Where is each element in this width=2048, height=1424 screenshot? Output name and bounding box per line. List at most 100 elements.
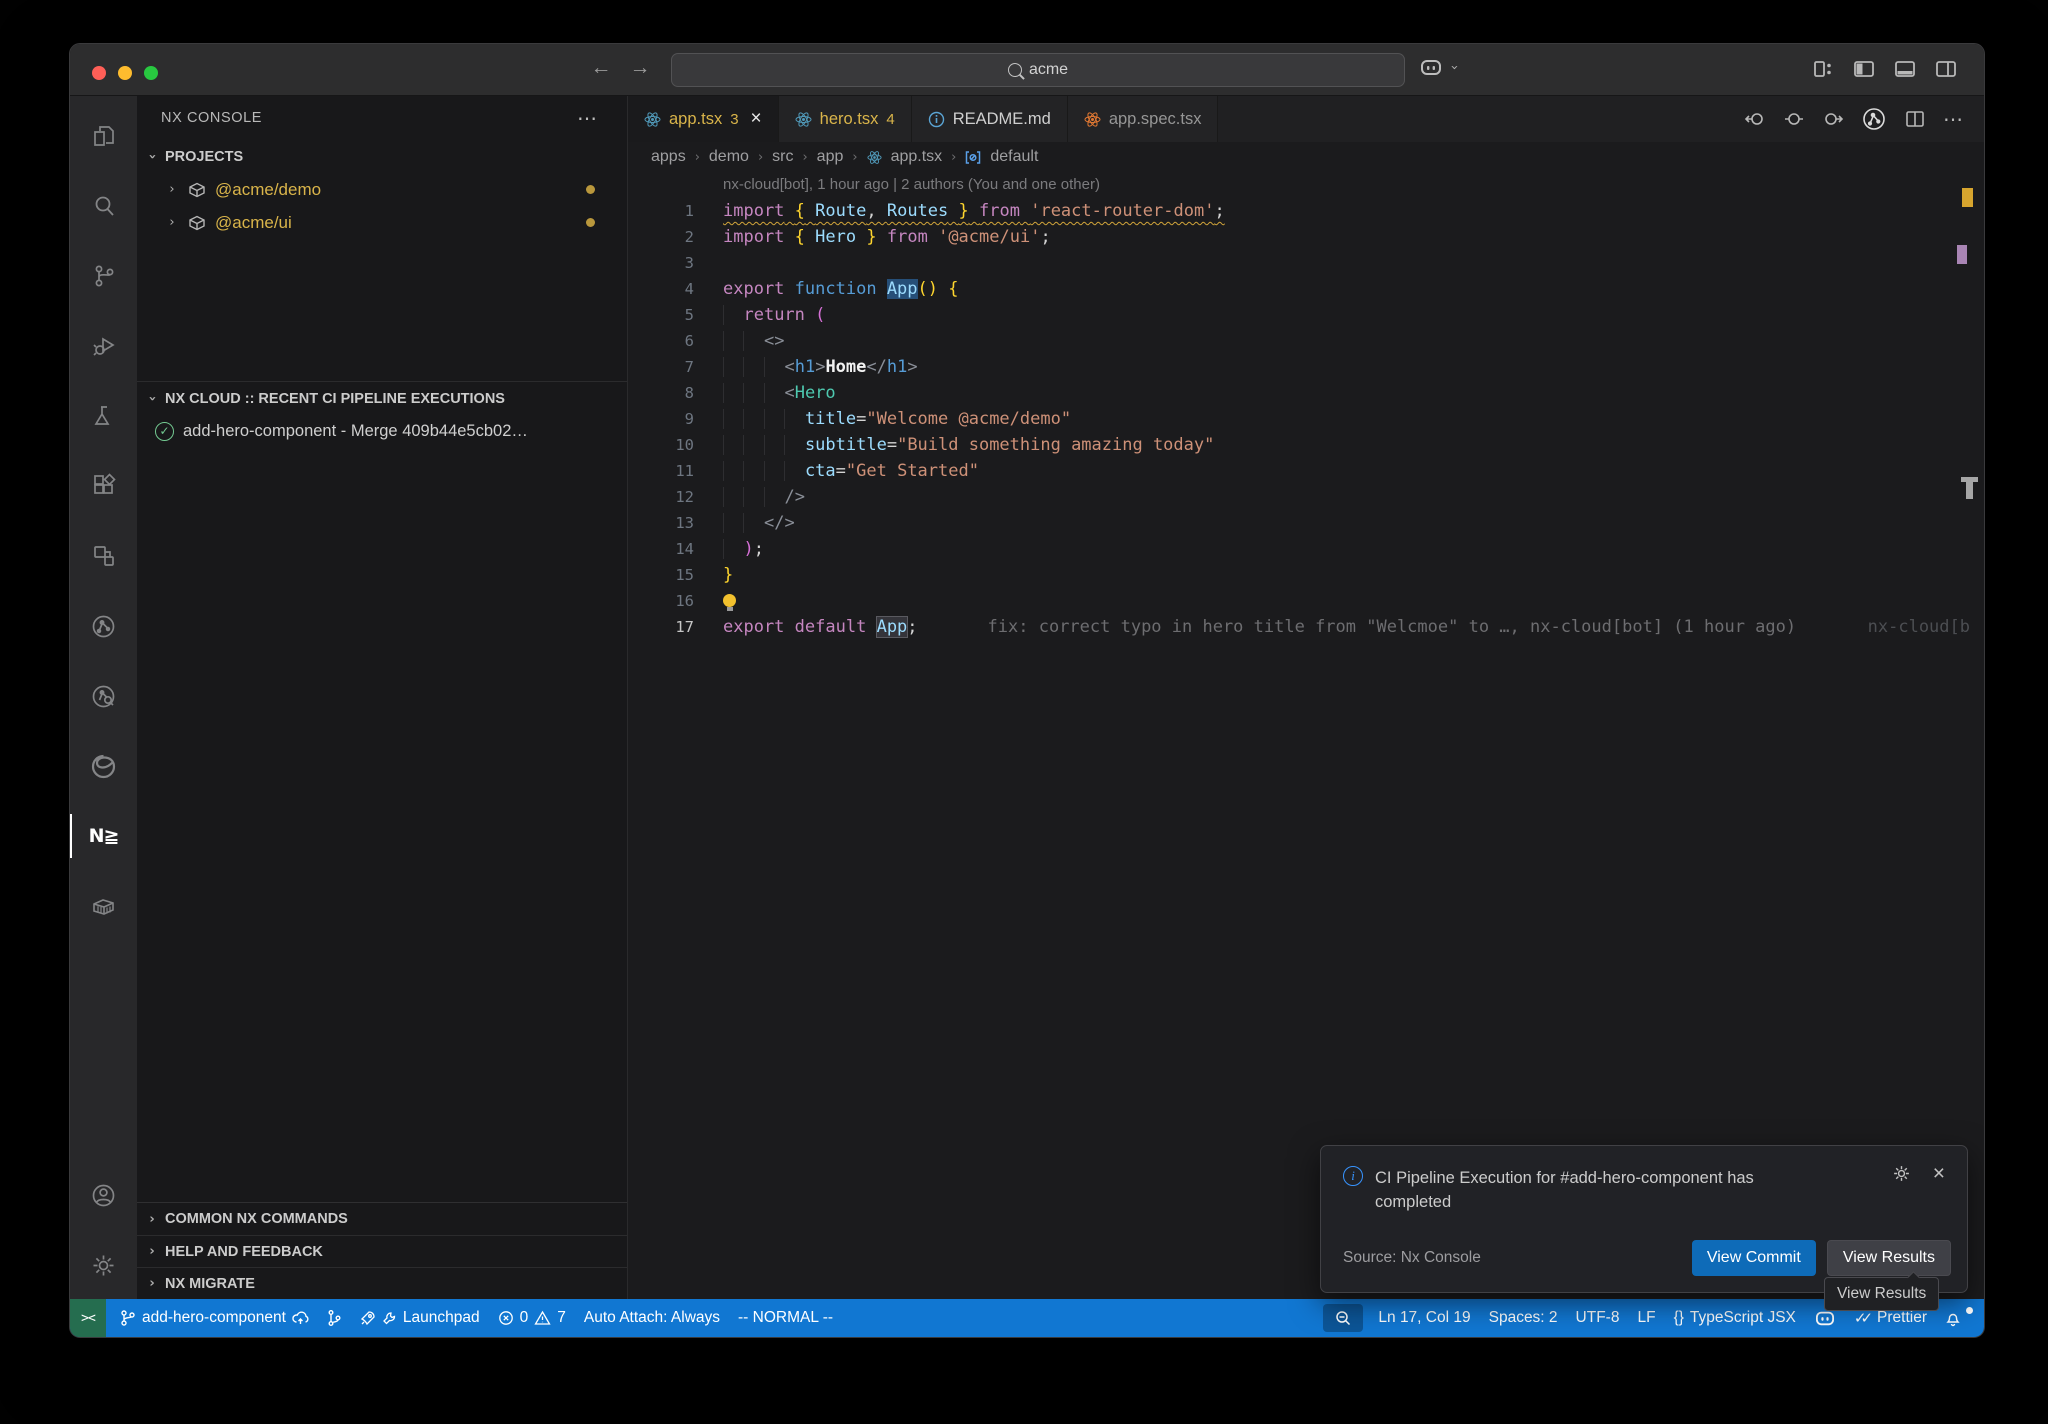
formatter-item[interactable]: ✓✓ Prettier [1845, 1309, 1936, 1327]
customize-layout-icon[interactable] [1812, 58, 1834, 80]
copilot-status-item[interactable] [1805, 1309, 1845, 1327]
code-line[interactable]: 16 [628, 588, 1984, 614]
current-position-icon[interactable] [1783, 108, 1805, 130]
notification-settings-gear-icon[interactable] [1892, 1164, 1911, 1183]
explorer-icon[interactable] [70, 108, 137, 164]
tab-hero-tsx[interactable]: hero.tsx 4 [779, 96, 912, 142]
nx-migrate-section[interactable]: › NX MIGRATE [137, 1267, 627, 1299]
code-line[interactable]: 17export default App;fix: correct typo i… [628, 614, 1984, 640]
code-line[interactable]: 1import { Route, Routes } from 'react-ro… [628, 198, 1984, 224]
language-mode-item[interactable]: {} TypeScript JSX [1665, 1309, 1805, 1327]
code-line[interactable]: 5 return ( [628, 302, 1984, 328]
code-line[interactable]: 11 cta="Get Started" [628, 458, 1984, 484]
nx-cloud-section-header[interactable]: › NX CLOUD :: RECENT CI PIPELINE EXECUTI… [137, 382, 627, 415]
tab-app-tsx[interactable]: app.tsx 3 × [628, 96, 779, 142]
container-tools-icon[interactable] [70, 878, 137, 934]
line-number: 8 [628, 380, 723, 406]
project-graph-icon[interactable] [70, 528, 137, 584]
close-window-button[interactable] [92, 66, 106, 80]
source-control-icon[interactable] [70, 248, 137, 304]
view-commit-button[interactable]: View Commit [1692, 1240, 1816, 1276]
launchpad-item[interactable]: Launchpad [351, 1299, 489, 1337]
split-editor-icon[interactable] [1904, 108, 1926, 130]
help-and-feedback-section[interactable]: › HELP AND FEEDBACK [137, 1235, 627, 1267]
vim-mode-item[interactable]: -- NORMAL -- [729, 1299, 842, 1337]
breadcrumb-apps[interactable]: apps [651, 148, 686, 166]
code-line[interactable]: 12 /> [628, 484, 1984, 510]
code-line[interactable]: 15} [628, 562, 1984, 588]
history-forward-button[interactable]: → [626, 56, 654, 80]
code-line[interactable]: 14 ); [628, 536, 1984, 562]
line-number: 2 [628, 224, 723, 250]
toggle-primary-sidebar-icon[interactable] [1853, 58, 1875, 80]
copilot-icon [1814, 1309, 1836, 1327]
breadcrumb-app[interactable]: app [817, 148, 844, 166]
problems-item[interactable]: 0 7 [489, 1299, 575, 1337]
navigate-back-icon[interactable] [1744, 108, 1766, 130]
projects-section-header[interactable]: › PROJECTS [137, 140, 627, 173]
info-icon [928, 111, 945, 128]
breadcrumb-symbol[interactable]: default [990, 148, 1038, 166]
code-line[interactable]: 9 title="Welcome @acme/demo" [628, 406, 1984, 432]
tab-app-spec-tsx[interactable]: app.spec.tsx [1068, 96, 1219, 142]
code-line[interactable]: 3 [628, 250, 1984, 276]
breadcrumb-demo[interactable]: demo [709, 148, 749, 166]
edge-tools-icon[interactable] [70, 738, 137, 794]
more-actions-icon[interactable]: ⋯ [1943, 107, 1964, 132]
auto-attach-item[interactable]: Auto Attach: Always [575, 1299, 729, 1337]
code-editor[interactable]: nx-cloud[bot], 1 hour ago | 2 authors (Y… [628, 172, 1984, 1299]
view-results-button[interactable]: View Results [1827, 1240, 1951, 1276]
notification-dot [1966, 1307, 1973, 1314]
navigate-forward-icon[interactable] [1822, 108, 1844, 130]
code-line[interactable]: 7 <h1>Home</h1> [628, 354, 1984, 380]
nx-console-icon[interactable]: N≧ [70, 808, 137, 864]
code-text: ); [723, 536, 764, 562]
code-line[interactable]: 6 <> [628, 328, 1984, 354]
run-search-icon[interactable] [70, 668, 137, 724]
run-circle-icon[interactable] [70, 598, 137, 654]
common-nx-commands-section[interactable]: › COMMON NX COMMANDS [137, 1203, 627, 1235]
zoom-window-button[interactable] [144, 66, 158, 80]
more-actions-icon[interactable]: ⋯ [577, 106, 599, 131]
eol-item[interactable]: LF [1628, 1309, 1664, 1327]
run-debug-icon[interactable] [70, 318, 137, 374]
project-item-acme-demo[interactable]: › @acme/demo [137, 173, 627, 206]
search-icon[interactable] [70, 178, 137, 234]
code-text: <h1>Home</h1> [723, 354, 918, 380]
minimize-window-button[interactable] [118, 66, 132, 80]
command-center-search[interactable]: acme [671, 53, 1405, 87]
pipeline-execution-item[interactable]: ✓ add-hero-component - Merge 409b44e5cb0… [137, 415, 627, 448]
copilot-menu-button[interactable]: › [1419, 57, 1461, 77]
run-ci-icon[interactable] [1861, 106, 1887, 132]
git-graph-item[interactable] [318, 1299, 351, 1337]
git-branch-item[interactable]: add-hero-component [106, 1299, 318, 1337]
breadcrumb-file[interactable]: app.tsx [891, 148, 943, 166]
vscode-window: ← → acme › N≧ [69, 43, 1985, 1338]
react-test-icon [1084, 111, 1101, 128]
notifications-bell-item[interactable] [1936, 1310, 1970, 1327]
project-item-acme-ui[interactable]: › @acme/ui [137, 206, 627, 239]
zoom-out-indicator[interactable] [1323, 1304, 1363, 1332]
notification-close-icon[interactable]: × [1933, 1164, 1945, 1183]
info-icon: i [1343, 1166, 1363, 1186]
tab-readme-md[interactable]: README.md [912, 96, 1068, 142]
indentation-item[interactable]: Spaces: 2 [1480, 1309, 1567, 1327]
accounts-icon[interactable] [70, 1167, 137, 1223]
close-tab-icon[interactable]: × [751, 108, 762, 130]
cursor-position-item[interactable]: Ln 17, Col 19 [1369, 1309, 1479, 1327]
code-line[interactable]: 8 <Hero [628, 380, 1984, 406]
breadcrumb-src[interactable]: src [772, 148, 793, 166]
code-line[interactable]: 13 </> [628, 510, 1984, 536]
testing-icon[interactable] [70, 388, 137, 444]
history-back-button[interactable]: ← [587, 56, 615, 80]
settings-gear-icon[interactable] [70, 1237, 137, 1293]
code-line[interactable]: 2import { Hero } from '@acme/ui'; [628, 224, 1984, 250]
toggle-secondary-sidebar-icon[interactable] [1935, 58, 1957, 80]
code-line[interactable]: 4export function App() { [628, 276, 1984, 302]
encoding-item[interactable]: UTF-8 [1567, 1309, 1629, 1327]
extensions-icon[interactable] [70, 458, 137, 514]
remote-indicator[interactable]: >< [70, 1299, 106, 1337]
code-line[interactable]: 10 subtitle="Build something amazing tod… [628, 432, 1984, 458]
toggle-panel-icon[interactable] [1894, 58, 1916, 80]
lightbulb-icon[interactable] [723, 594, 736, 607]
